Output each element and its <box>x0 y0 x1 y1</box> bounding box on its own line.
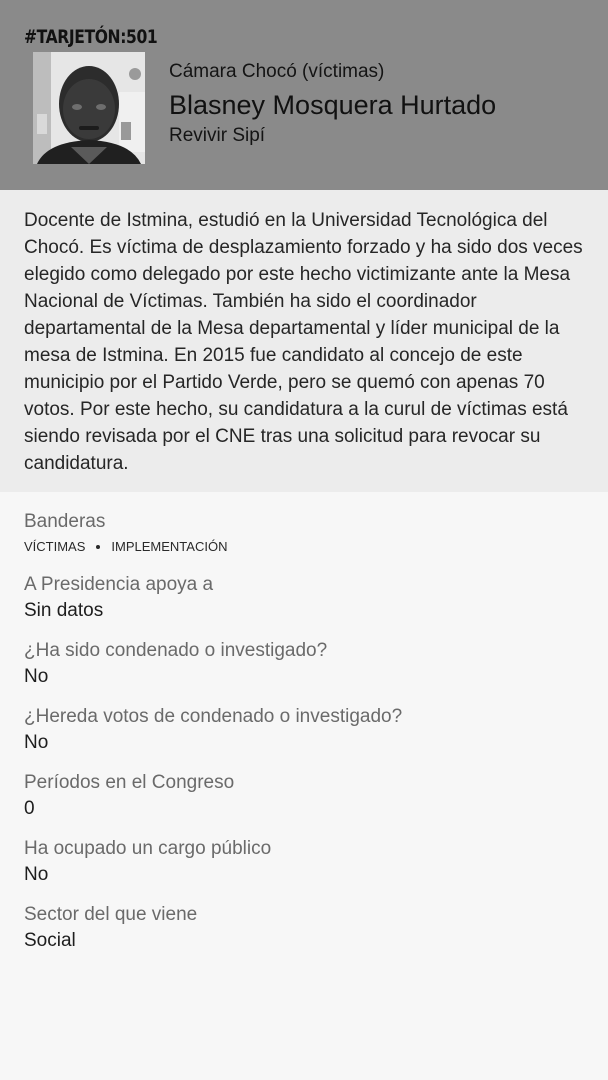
ballot-number: #TARJETÓN:501 <box>24 26 158 48</box>
field-value: No <box>24 732 49 753</box>
field-label: A Presidencia apoya a <box>24 574 214 595</box>
field-banderas: Banderas VÍCTIMAS IMPLEMENTACIÓN <box>24 510 584 557</box>
field-sector: Sector del que viene Social <box>24 903 584 953</box>
field-label: Períodos en el Congreso <box>24 772 235 793</box>
field-value: Social <box>24 930 76 951</box>
field-presidencia: A Presidencia apoya a Sin datos <box>24 573 584 623</box>
candidate-chamber: Cámara Chocó (víctimas) <box>169 61 385 82</box>
bullet-separator <box>96 545 101 549</box>
field-label: Banderas <box>24 511 106 532</box>
field-label: Sector del que viene <box>24 904 198 925</box>
field-value: No <box>24 864 49 885</box>
candidate-details: Banderas VÍCTIMAS IMPLEMENTACIÓN A Presi… <box>24 510 584 969</box>
field-value: Sin datos <box>24 600 104 621</box>
field-hereda: ¿Hereda votos de condenado o investigado… <box>24 705 584 755</box>
flag-tag: IMPLEMENTACIÓN <box>111 539 228 554</box>
candidate-party: Revivir Sipí <box>169 125 266 146</box>
field-label: Ha ocupado un cargo público <box>24 838 272 859</box>
field-periodos: Períodos en el Congreso 0 <box>24 771 584 821</box>
candidate-info: Cámara Chocó (víctimas) Blasney Mosquera… <box>169 60 496 148</box>
field-label: ¿Ha sido condenado o investigado? <box>24 640 328 661</box>
flag-list: VÍCTIMAS IMPLEMENTACIÓN <box>24 537 584 557</box>
candidate-header: #TARJETÓN:501 Cámara Chocó (víctimas) Bl… <box>0 0 608 190</box>
field-cargo: Ha ocupado un cargo público No <box>24 837 584 887</box>
field-value: No <box>24 666 49 687</box>
field-value: 0 <box>24 798 35 819</box>
flag-tag: VÍCTIMAS <box>24 539 86 554</box>
bio-text: Docente de Istmina, estudió en la Univer… <box>24 210 583 474</box>
candidate-name: Blasney Mosquera Hurtado <box>169 90 497 120</box>
field-condenado: ¿Ha sido condenado o investigado? No <box>24 639 584 689</box>
field-label: ¿Hereda votos de condenado o investigado… <box>24 706 403 727</box>
candidate-bio: Docente de Istmina, estudió en la Univer… <box>0 190 608 492</box>
candidate-photo <box>33 52 145 164</box>
